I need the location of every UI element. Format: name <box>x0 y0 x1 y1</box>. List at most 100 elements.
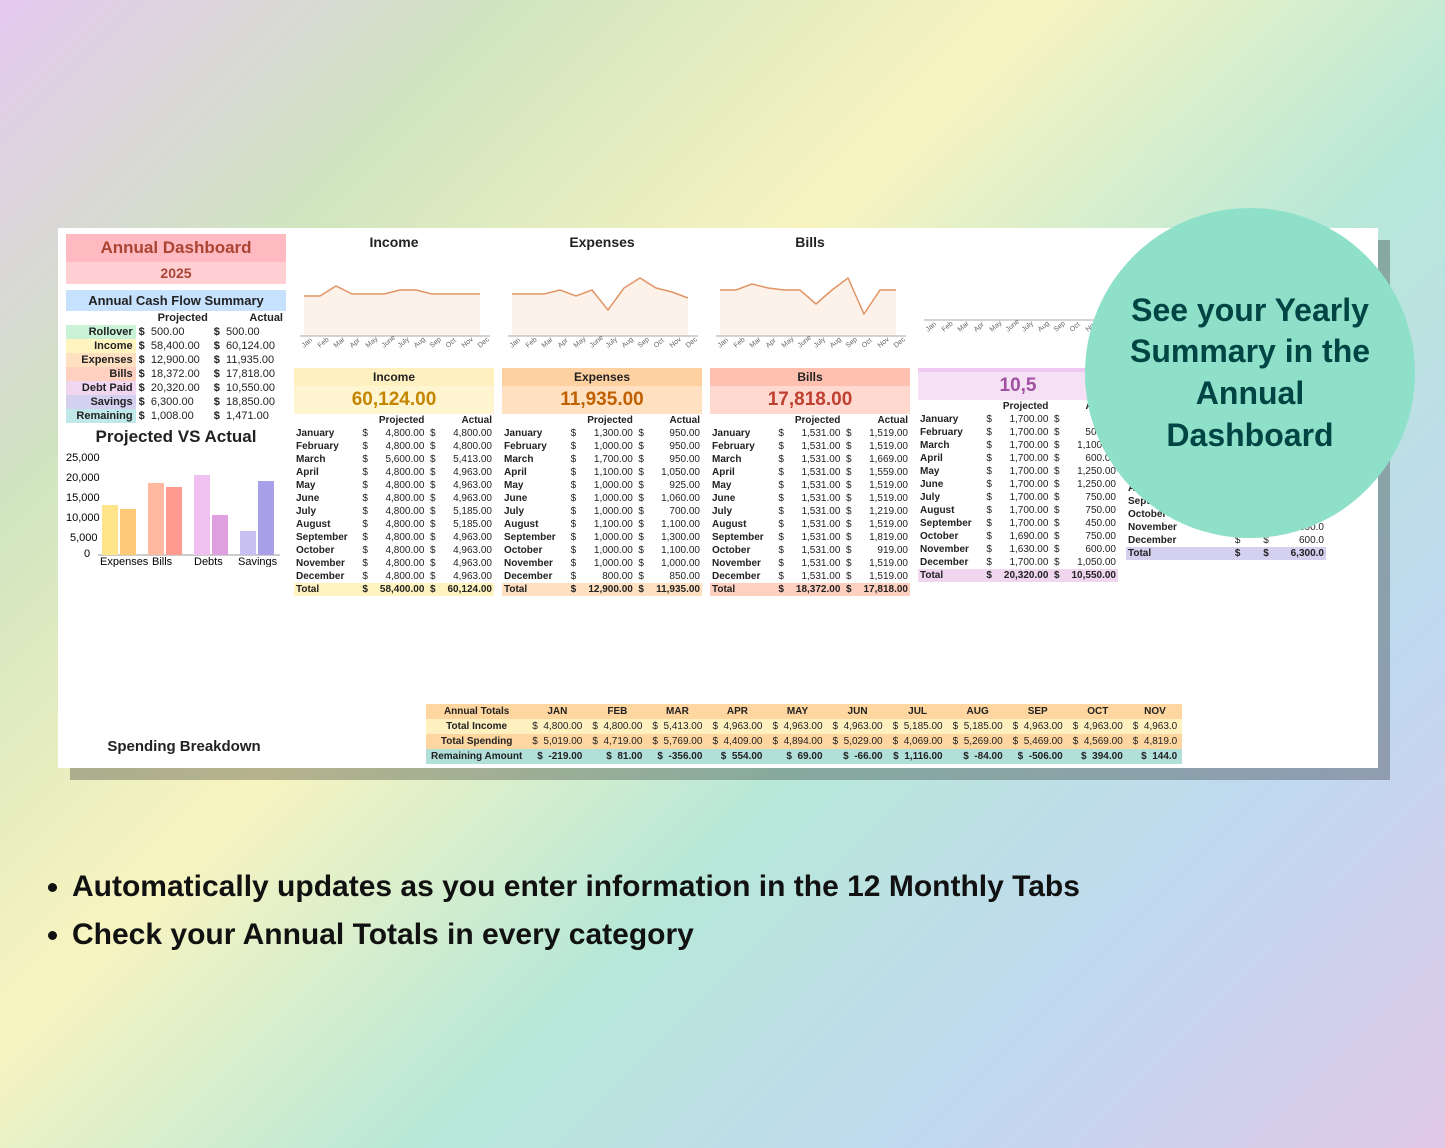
acf-proj: $ 18,372.00 <box>136 367 211 381</box>
svg-text:Mar: Mar <box>541 336 555 350</box>
table-row: March $1,531.00 $1,669.00 <box>710 453 910 466</box>
acf-proj: $ 1,008.00 <box>136 409 211 423</box>
svg-text:Oct: Oct <box>1069 321 1082 333</box>
svg-text:June: June <box>589 334 605 349</box>
svg-text:Mar: Mar <box>749 336 763 350</box>
svg-text:Nov: Nov <box>669 336 683 350</box>
table-row: September $1,531.00 $1,819.00 <box>710 531 910 544</box>
spending-breakdown-heading: Spending Breakdown 29.4% <box>84 738 284 768</box>
svg-text:Debts: Debts <box>194 556 223 567</box>
svg-text:May: May <box>781 335 796 349</box>
svg-text:Feb: Feb <box>525 336 539 349</box>
svg-text:Jan: Jan <box>301 337 314 350</box>
pva-chart: 25,00020,000 15,00010,000 5,0000 Expense… <box>66 447 286 567</box>
table-row: November $1,531.00 $1,519.00 <box>710 557 910 570</box>
table-row: October $4,800.00 $4,963.00 <box>294 544 494 557</box>
table-row: July $1,531.00 $1,219.00 <box>710 505 910 518</box>
category-panel: Expenses 11,935.00 ProjectedActual Janua… <box>502 368 702 596</box>
table-row: October $1,000.00 $1,100.00 <box>502 544 702 557</box>
acf-label: Income <box>66 339 136 353</box>
svg-text:Feb: Feb <box>317 336 331 349</box>
svg-text:July: July <box>1021 320 1035 334</box>
acf-act: $ 17,818.00 <box>211 367 286 381</box>
svg-text:Oct: Oct <box>861 337 874 349</box>
mini-chart: Expenses JanFebMarAprMayJuneJulyAugSepOc… <box>502 234 702 364</box>
table-row: May $4,800.00 $4,963.00 <box>294 479 494 492</box>
svg-text:5,000: 5,000 <box>70 532 98 544</box>
table-row: February $1,700.00 $500.00 <box>918 426 1118 439</box>
dashboard-year: 2025 <box>66 262 286 284</box>
table-row: October $1,531.00 $919.00 <box>710 544 910 557</box>
svg-text:Oct: Oct <box>445 337 458 349</box>
svg-text:Dec: Dec <box>893 336 907 350</box>
table-row: December $800.00 $850.00 <box>502 570 702 583</box>
table-row: November $1,000.00 $1,000.00 <box>502 557 702 570</box>
table-row: May $1,531.00 $1,519.00 <box>710 479 910 492</box>
bullet-1: Automatically updates as you enter infor… <box>72 870 1080 904</box>
acf-heading: Annual Cash Flow Summary <box>66 290 286 311</box>
svg-text:Feb: Feb <box>941 320 955 333</box>
table-row: December $1,700.00 $1,050.00 <box>918 556 1118 569</box>
svg-text:Jan: Jan <box>717 337 730 350</box>
svg-text:May: May <box>365 335 380 349</box>
category-panel: Bills 17,818.00 ProjectedActual January … <box>710 368 910 596</box>
svg-text:Sep: Sep <box>845 336 859 349</box>
svg-text:Sep: Sep <box>429 336 443 349</box>
svg-text:Dec: Dec <box>685 336 699 350</box>
svg-text:June: June <box>1005 318 1021 333</box>
svg-text:July: July <box>813 336 827 350</box>
table-row: August $1,700.00 $750.00 <box>918 504 1118 517</box>
dashboard-heading: Annual Dashboard <box>66 234 286 262</box>
table-row: December $1,531.00 $1,519.00 <box>710 570 910 583</box>
svg-text:Aug: Aug <box>413 336 427 349</box>
svg-text:Sep: Sep <box>1053 320 1067 333</box>
table-row: June $4,800.00 $4,963.00 <box>294 492 494 505</box>
table-row: November $1,630.00 $600.00 <box>918 543 1118 556</box>
svg-text:Mar: Mar <box>333 336 347 350</box>
svg-text:Aug: Aug <box>829 336 843 349</box>
svg-text:20,000: 20,000 <box>66 472 100 484</box>
svg-text:15,000: 15,000 <box>66 492 100 504</box>
acf-act: $ 10,550.00 <box>211 381 286 395</box>
acf-act: $ 60,124.00 <box>211 339 286 353</box>
svg-text:Apr: Apr <box>973 321 986 334</box>
svg-text:Savings: Savings <box>238 556 278 567</box>
table-row: June $1,531.00 $1,519.00 <box>710 492 910 505</box>
table-row: May $1,000.00 $925.00 <box>502 479 702 492</box>
table-row: January $1,531.00 $1,519.00 <box>710 427 910 440</box>
svg-text:Aug: Aug <box>621 336 635 349</box>
svg-text:Apr: Apr <box>349 337 362 350</box>
svg-text:Oct: Oct <box>653 337 666 349</box>
table-row: September $1,700.00 $450.00 <box>918 517 1118 530</box>
svg-text:0: 0 <box>84 548 90 560</box>
svg-text:May: May <box>573 335 588 349</box>
svg-text:July: July <box>397 336 411 350</box>
acf-proj: $ 6,300.00 <box>136 395 211 409</box>
left-column: Annual Dashboard 2025 Annual Cash Flow S… <box>66 234 286 570</box>
category-panel: Income 60,124.00 ProjectedActual January… <box>294 368 494 596</box>
annual-totals: Annual TotalsJANFEBMARAPRMAYJUNJULAUGSEP… <box>426 704 1378 764</box>
table-row: January $4,800.00 $4,800.00 <box>294 427 494 440</box>
acf-label: Savings <box>66 395 136 409</box>
table-row: June $1,000.00 $1,060.00 <box>502 492 702 505</box>
svg-text:Feb: Feb <box>733 336 747 349</box>
acf-act: $ 1,471.00 <box>211 409 286 423</box>
acf-proj: $ 58,400.00 <box>136 339 211 353</box>
mini-chart: Income JanFebMarAprMayJuneJulyAugSepOctN… <box>294 234 494 364</box>
promo-badge: See your Yearly Summary in the Annual Da… <box>1085 208 1415 538</box>
acf-label: Debt Paid <box>66 381 136 395</box>
svg-text:Jan: Jan <box>509 337 522 350</box>
table-row: March $1,700.00 $950.00 <box>502 453 702 466</box>
table-row: April $4,800.00 $4,963.00 <box>294 466 494 479</box>
table-row: August $1,531.00 $1,519.00 <box>710 518 910 531</box>
table-row: July $1,000.00 $700.00 <box>502 505 702 518</box>
table-row: March $5,600.00 $5,413.00 <box>294 453 494 466</box>
svg-text:Aug: Aug <box>1037 320 1051 333</box>
svg-text:Nov: Nov <box>461 336 475 350</box>
svg-text:Sep: Sep <box>637 336 651 349</box>
table-row: October $1,690.00 $750.00 <box>918 530 1118 543</box>
acf-proj: $ 500.00 <box>136 325 211 339</box>
table-row: September $1,000.00 $1,300.00 <box>502 531 702 544</box>
svg-text:June: June <box>797 334 813 349</box>
svg-text:Expenses: Expenses <box>100 556 149 567</box>
